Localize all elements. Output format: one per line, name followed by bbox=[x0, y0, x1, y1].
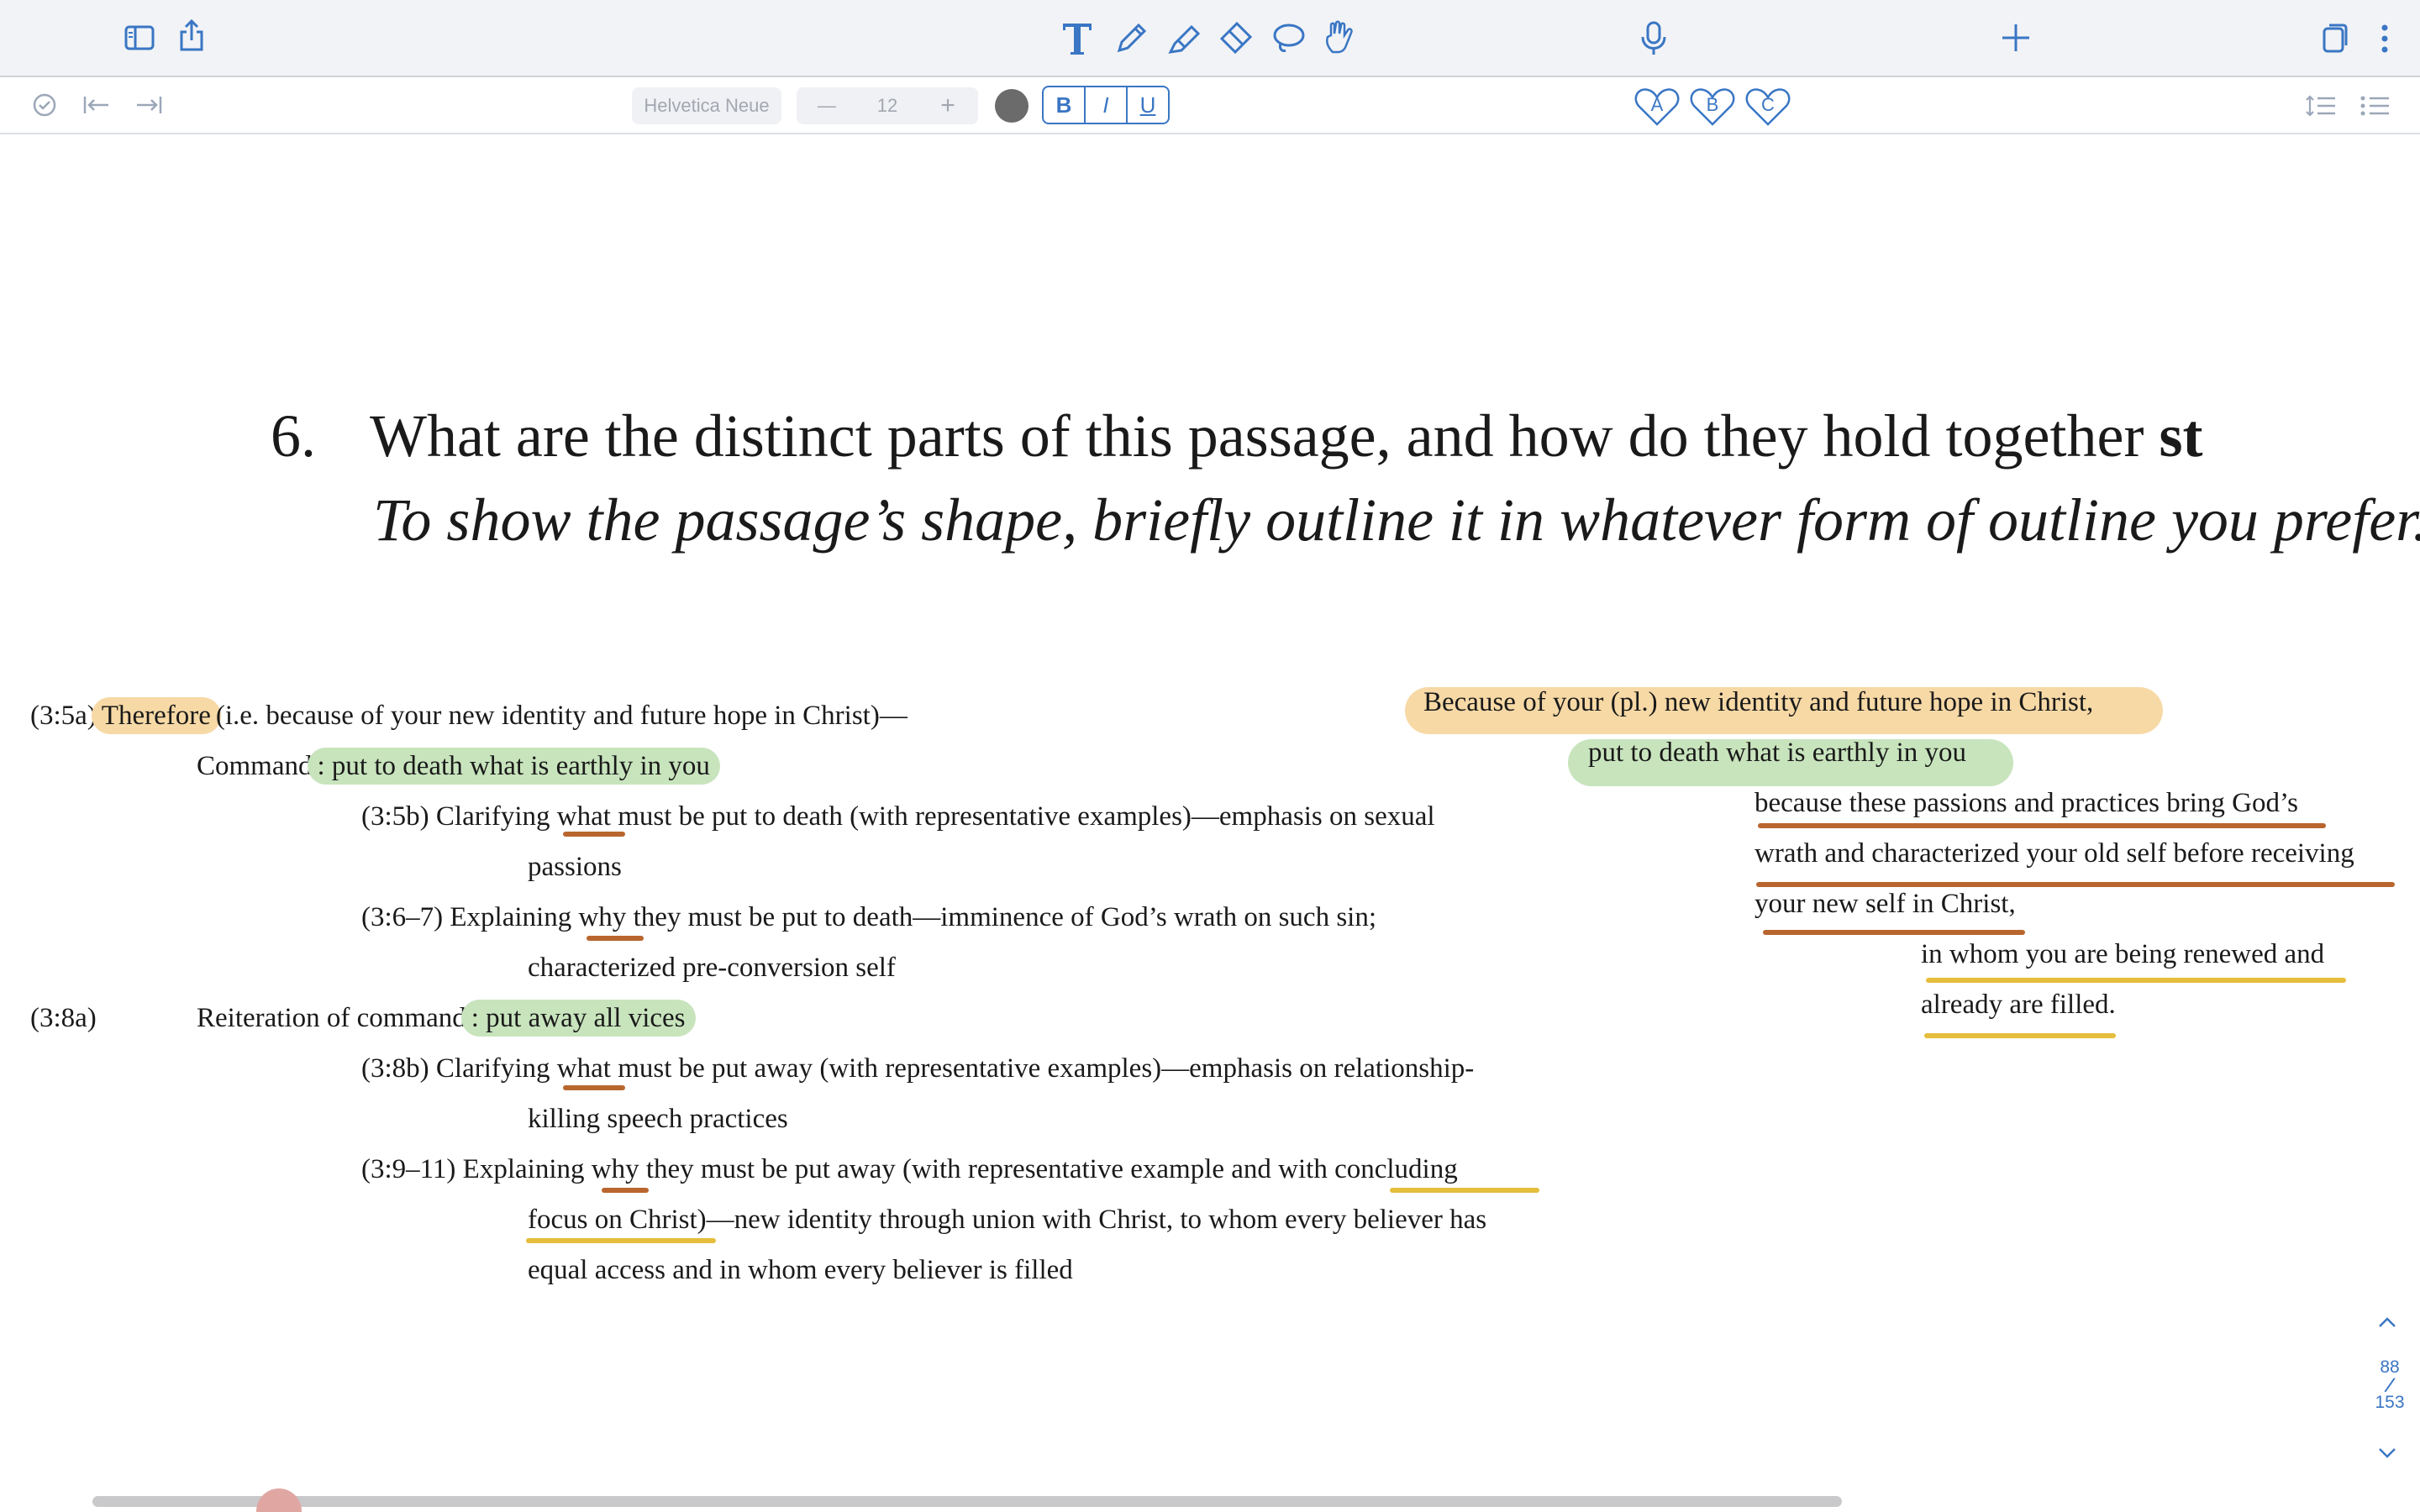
sidebar-icon[interactable] bbox=[124, 25, 155, 50]
summary-line-2: put to death what is earthly in you bbox=[1588, 738, 1966, 768]
keyword-why-1: why bbox=[578, 902, 627, 932]
underline-what-2 bbox=[563, 1085, 625, 1090]
style-c-label: C bbox=[1761, 94, 1775, 115]
outline-line-7a-mid: they must be put away (with representati… bbox=[639, 1154, 1335, 1184]
font-size-value: 12 bbox=[876, 95, 898, 116]
text-style-group: B I U bbox=[1042, 86, 1170, 124]
outline-line-2: Command: put to death what is earthly in… bbox=[197, 748, 720, 785]
underline-button[interactable]: U bbox=[1126, 87, 1168, 123]
summary-underline-1 bbox=[1758, 823, 2326, 828]
outline-line-7b: focus on Christ)—new identity through un… bbox=[528, 1203, 1486, 1236]
decrease-size-button[interactable]: — bbox=[797, 87, 857, 124]
outline-line-4a: (3:6–7) Explaining why they must be put … bbox=[361, 900, 1376, 934]
outline-line-6a-post: must be put away (with representative ex… bbox=[610, 1053, 1475, 1084]
format-toolbar bbox=[0, 77, 2420, 134]
outline-line-6a: (3:8b) Clarifying what must be put away … bbox=[361, 1052, 1474, 1085]
summary-line-6: in whom you are being renewed and bbox=[1921, 939, 2325, 969]
line-spacing-icon[interactable] bbox=[2306, 94, 2336, 118]
outline-line-6b: killing speech practices bbox=[528, 1104, 788, 1134]
outline-line-1: (3:5a) Therefore (i.e. because of your new… bbox=[30, 697, 908, 734]
share-icon[interactable] bbox=[178, 18, 205, 52]
favorite-style-c[interactable]: C bbox=[1744, 86, 1791, 128]
outline-line-6a-pre: (3:8b) Clarifying bbox=[361, 1053, 557, 1084]
outline-line-7c: equal access and in whom every believer … bbox=[528, 1255, 1073, 1285]
more-icon[interactable] bbox=[2380, 24, 2390, 54]
italic-button[interactable]: I bbox=[1084, 87, 1126, 123]
underline-concluding bbox=[1390, 1188, 1539, 1193]
question-line1-bold: st bbox=[2159, 402, 2203, 470]
microphone-icon[interactable] bbox=[1639, 20, 1669, 57]
top-toolbar bbox=[0, 0, 2420, 77]
summary-underline-4 bbox=[1926, 978, 2346, 983]
bullet-list-icon[interactable] bbox=[2360, 94, 2390, 118]
previous-page-icon[interactable] bbox=[2377, 1315, 2397, 1329]
scrollbar-thumb[interactable] bbox=[256, 1488, 302, 1512]
keyword-concluding: concluding bbox=[1334, 1154, 1458, 1184]
summary-line-1: Because of your (pl.) new identity and f… bbox=[1423, 687, 2094, 717]
ref-3-5a: (3:5a) bbox=[30, 701, 97, 731]
keyword-what-1: what bbox=[556, 801, 611, 832]
keyword-focus-on-christ: focus on Christ bbox=[528, 1205, 697, 1235]
outline-line-5: Reiteration of command: put away all vic… bbox=[197, 1000, 696, 1037]
question-subheading: To show the passage’s shape, briefly out… bbox=[373, 486, 2420, 554]
style-b-label: B bbox=[1706, 94, 1719, 115]
favorite-style-b[interactable]: B bbox=[1689, 86, 1736, 128]
outdent-icon[interactable] bbox=[82, 94, 111, 116]
outline-line-3a: (3:5b) Clarifying what must be put to de… bbox=[361, 800, 1435, 833]
underline-why-2 bbox=[602, 1188, 649, 1193]
highlight-put-away: : put away all vices bbox=[460, 1000, 696, 1037]
indent-icon[interactable] bbox=[134, 94, 163, 116]
style-a-label: A bbox=[1650, 94, 1664, 115]
summary-line-3: because these passions and practices bri… bbox=[1754, 788, 2298, 818]
font-size-stepper[interactable]: — 12 + bbox=[797, 87, 978, 124]
outline-line-4a-post: they must be put to death—imminence of G… bbox=[626, 902, 1377, 932]
outline-line-4a-pre: (3:6–7) Explaining bbox=[361, 902, 579, 932]
summary-underline-3 bbox=[1763, 930, 2025, 935]
reiteration-label: Reiteration of command bbox=[197, 1003, 466, 1033]
lasso-icon[interactable] bbox=[1270, 20, 1306, 55]
command-label: Command bbox=[197, 751, 313, 781]
keyword-why-2: why bbox=[591, 1154, 639, 1184]
summary-line-4: wrath and characterized your old self be… bbox=[1754, 838, 2354, 869]
page-indicator[interactable]: 88 / 153 bbox=[2363, 1357, 2417, 1413]
outline-line-1-text: (i.e. because of your new identity and f… bbox=[215, 701, 908, 731]
highlight-put-to-death: : put to death what is earthly in you bbox=[307, 748, 720, 785]
underline-focus-on-christ bbox=[526, 1238, 716, 1243]
eraser-icon[interactable] bbox=[1218, 20, 1254, 55]
outline-line-3a-post: must be put to death (with representativ… bbox=[610, 801, 1435, 832]
ref-3-8a: (3:8a) bbox=[30, 1003, 97, 1033]
outline-line-3a-pre: (3:5b) Clarifying bbox=[361, 801, 557, 832]
summary-line-5: your new self in Christ, bbox=[1754, 889, 2016, 919]
highlighter-icon[interactable] bbox=[1166, 20, 1202, 55]
hand-tool-icon[interactable] bbox=[1323, 18, 1356, 55]
favorite-style-a[interactable]: A bbox=[1634, 86, 1681, 128]
outline-line-7b-rest: )—new identity through union with Christ… bbox=[697, 1205, 1487, 1235]
question-number: 6. bbox=[271, 402, 316, 470]
color-swatch[interactable] bbox=[994, 88, 1029, 123]
increase-size-button[interactable]: + bbox=[918, 87, 978, 124]
question-line1: What are the distinct parts of this pass… bbox=[370, 402, 2144, 470]
pen-icon[interactable] bbox=[1114, 20, 1148, 55]
text-tool-icon[interactable] bbox=[1060, 20, 1094, 55]
underline-why-1 bbox=[587, 936, 644, 941]
plus-icon[interactable] bbox=[2000, 22, 2032, 54]
underline-what-1 bbox=[563, 832, 625, 837]
next-page-icon[interactable] bbox=[2377, 1446, 2397, 1460]
summary-underline-5 bbox=[1924, 1033, 2116, 1038]
summary-line-7: already are filled. bbox=[1921, 990, 2116, 1020]
font-name-field[interactable]: Helvetica Neue bbox=[632, 87, 781, 124]
question-heading: What are the distinct parts of this pass… bbox=[370, 402, 2202, 471]
bold-button[interactable]: B bbox=[1044, 87, 1084, 123]
highlight-therefore: Therefore bbox=[91, 697, 221, 734]
check-circle-icon[interactable] bbox=[32, 92, 57, 118]
pages-icon[interactable] bbox=[2321, 22, 2349, 54]
keyword-what-2: what bbox=[556, 1053, 611, 1084]
outline-line-7a-pre: (3:9–11) Explaining bbox=[361, 1154, 592, 1184]
outline-line-4b: characterized pre-conversion self bbox=[528, 953, 896, 983]
outline-line-3b: passions bbox=[528, 852, 622, 882]
outline-line-7a: (3:9–11) Explaining why they must be put… bbox=[361, 1152, 1458, 1186]
horizontal-scrollbar[interactable] bbox=[92, 1496, 1842, 1507]
